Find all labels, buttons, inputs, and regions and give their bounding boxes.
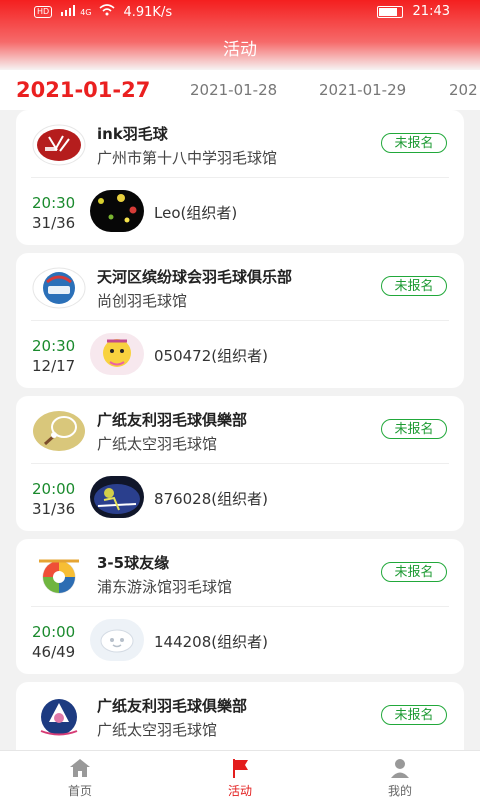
home-icon [68, 757, 92, 779]
venue-name: 浦东游泳馆羽毛球馆 [97, 578, 233, 596]
event-card[interactable]: 天河区缤纷球会羽毛球俱乐部 尚创羽毛球馆 未报名 20:30 12/17 050… [16, 253, 464, 388]
organizer-name: 144208(组织者) [154, 633, 268, 651]
signal-icon [60, 4, 78, 20]
club-name: 广纸友利羽毛球俱樂部 [97, 411, 248, 429]
user-icon [388, 757, 412, 779]
venue-name: 尚创羽毛球馆 [97, 292, 188, 310]
organizer-name: 050472(组织者) [154, 347, 268, 365]
nav-label-profile: 我的 [387, 784, 412, 798]
organizer-avatar[interactable] [90, 333, 144, 375]
card-divider [31, 606, 449, 607]
club-logo [31, 124, 87, 166]
club-name: 天河区缤纷球会羽毛球俱乐部 [97, 268, 293, 286]
event-time: 20:30 [32, 194, 76, 212]
club-name: 3-5球友缘 [97, 554, 170, 572]
event-time: 20:00 [32, 480, 76, 498]
signup-status-button[interactable]: 未报名 [381, 705, 447, 725]
club-logo [31, 553, 87, 595]
nav-label-activity: 活动 [227, 784, 252, 798]
battery-icon [376, 5, 403, 18]
nav-home[interactable]: 首页 [35, 751, 125, 800]
bottom-navigation: 首页 活动 我的 [0, 750, 480, 800]
date-tab-2021-01-27[interactable]: 2021-01-27 [16, 70, 150, 110]
event-list: ink羽毛球 广州市第十八中学羽毛球馆 未报名 20:30 31/36 Leo(… [0, 110, 480, 750]
card-divider [31, 463, 449, 464]
hd-icon: HD [34, 6, 53, 18]
signup-status-button[interactable]: 未报名 [381, 562, 447, 582]
club-logo [31, 267, 87, 309]
venue-name: 广纸太空羽毛球馆 [97, 435, 218, 453]
organizer-avatar[interactable] [90, 619, 144, 661]
network-speed: 4.91K/s [123, 4, 173, 20]
card-divider [31, 320, 449, 321]
date-tab-2021-01-29[interactable]: 2021-01-29 [319, 70, 406, 110]
date-tab-2021-01-28[interactable]: 2021-01-28 [190, 70, 277, 110]
club-logo [31, 410, 87, 452]
event-time: 20:00 [32, 623, 76, 641]
event-card[interactable]: 3-5球友缘 浦东游泳馆羽毛球馆 未报名 20:00 46/49 144208(… [16, 539, 464, 674]
flag-icon [228, 757, 252, 779]
venue-name: 广州市第十八中学羽毛球馆 [97, 149, 278, 167]
card-divider [31, 177, 449, 178]
header: HD 4G 4.91K/s 21:43 活动 [0, 0, 480, 70]
participant-count: 46/49 [32, 643, 76, 661]
participant-count: 31/36 [32, 500, 76, 518]
nav-label-home: 首页 [67, 784, 92, 798]
organizer-avatar[interactable] [90, 190, 144, 232]
wifi-icon [99, 4, 116, 20]
signup-status-button[interactable]: 未报名 [381, 276, 447, 296]
nav-profile[interactable]: 我的 [355, 751, 445, 800]
status-time: 21:43 [412, 4, 450, 19]
club-name: ink羽毛球 [97, 125, 168, 143]
organizer-name: Leo(组织者) [154, 204, 238, 222]
club-name: 广纸友利羽毛球俱樂部 [97, 697, 248, 715]
date-tab-next[interactable]: 202 [449, 70, 478, 110]
page-title: 活动 [223, 40, 257, 60]
status-bar: HD 4G 4.91K/s 21:43 [0, 0, 480, 26]
venue-name: 广纸太空羽毛球馆 [97, 721, 218, 739]
organizer-avatar[interactable] [90, 476, 144, 518]
signup-status-button[interactable]: 未报名 [381, 133, 447, 153]
event-card[interactable]: 广纸友利羽毛球俱樂部 广纸太空羽毛球馆 未报名 [16, 682, 464, 750]
status-left: HD 4G 4.91K/s [34, 4, 172, 20]
participant-count: 12/17 [32, 357, 76, 375]
event-time: 20:30 [32, 337, 76, 355]
event-card[interactable]: ink羽毛球 广州市第十八中学羽毛球馆 未报名 20:30 31/36 Leo(… [16, 110, 464, 245]
status-right: 21:43 [376, 4, 450, 19]
date-tabs: 2021-01-27 2021-01-28 2021-01-29 202 [0, 70, 480, 110]
network-text: 4G [80, 7, 92, 17]
club-logo [31, 696, 87, 738]
participant-count: 31/36 [32, 214, 76, 232]
signup-status-button[interactable]: 未报名 [381, 419, 447, 439]
organizer-name: 876028(组织者) [154, 490, 268, 508]
nav-activity[interactable]: 活动 [195, 751, 285, 800]
event-card[interactable]: 广纸友利羽毛球俱樂部 广纸太空羽毛球馆 未报名 20:00 31/36 8760… [16, 396, 464, 531]
app: HD 4G 4.91K/s 21:43 活动 2021-01-27 2021-0… [0, 0, 480, 800]
